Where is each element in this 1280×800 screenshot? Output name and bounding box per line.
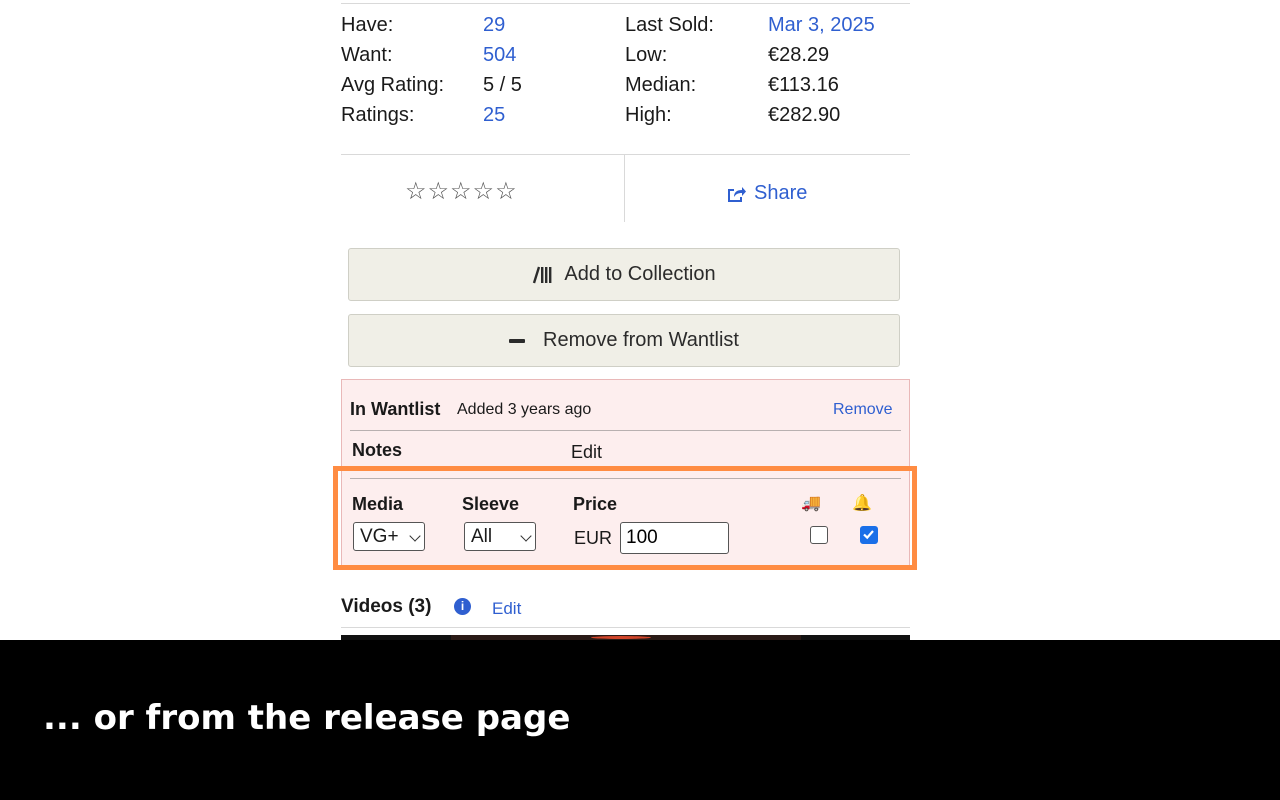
- avg-rating-value: 5 / 5: [483, 74, 522, 96]
- add-to-collection-button[interactable]: Add to Collection: [348, 248, 900, 301]
- want-label: Want:: [341, 44, 393, 66]
- remove-from-wantlist-label: Remove from Wantlist: [543, 329, 739, 351]
- video-thumbnail-highlight: [591, 636, 651, 639]
- notes-edit-link[interactable]: Edit: [571, 442, 602, 463]
- share-label: Share: [754, 182, 808, 204]
- last-sold-link[interactable]: Mar 3, 2025: [768, 13, 875, 37]
- median-value: €113.16: [768, 74, 839, 96]
- top-divider: [341, 3, 910, 4]
- stats-divider: [341, 154, 910, 155]
- videos-heading: Videos (3): [341, 596, 432, 617]
- wantlist-added-date: Added 3 years ago: [457, 401, 592, 418]
- have-label: Have:: [341, 14, 394, 36]
- wantlist-divider: [350, 430, 901, 431]
- remove-from-wantlist-button[interactable]: Remove from Wantlist: [348, 314, 900, 367]
- share-button[interactable]: Share: [726, 182, 807, 205]
- share-icon: [728, 186, 746, 202]
- videos-divider: [341, 627, 910, 628]
- last-sold-label: Last Sold:: [625, 14, 714, 36]
- notes-label: Notes: [352, 440, 403, 460]
- highlight-box: [333, 466, 917, 570]
- high-value: €282.90: [768, 104, 841, 126]
- have-count-link[interactable]: 29: [483, 13, 505, 37]
- info-icon[interactable]: i: [454, 598, 471, 615]
- videos-edit-link[interactable]: Edit: [492, 599, 521, 619]
- want-count-link[interactable]: 504: [483, 43, 516, 67]
- star-rating[interactable]: ☆☆☆☆☆: [405, 177, 518, 206]
- rating-share-divider: [624, 154, 625, 222]
- collection-icon: [533, 266, 552, 283]
- avg-rating-label: Avg Rating:: [341, 74, 445, 96]
- wantlist-title: In Wantlist: [350, 399, 441, 419]
- median-label: Median:: [625, 74, 697, 96]
- high-label: High:: [625, 104, 672, 126]
- add-to-collection-label: Add to Collection: [564, 263, 716, 285]
- ratings-count-link[interactable]: 25: [483, 103, 505, 127]
- minus-icon: [509, 338, 526, 343]
- caption-text: ... or from the release page: [43, 698, 571, 738]
- ratings-label: Ratings:: [341, 104, 415, 126]
- low-value: €28.29: [768, 44, 830, 66]
- wantlist-remove-link[interactable]: Remove: [833, 401, 893, 419]
- low-label: Low:: [625, 44, 668, 66]
